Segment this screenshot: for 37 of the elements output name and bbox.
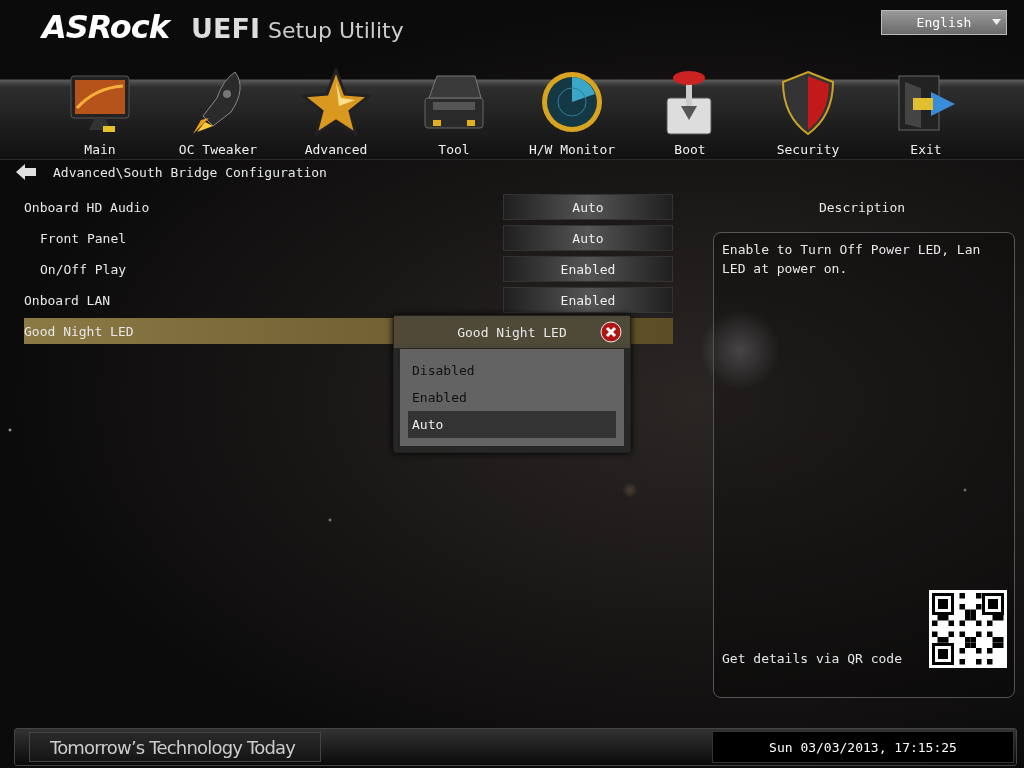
setting-label: Onboard LAN	[24, 292, 111, 308]
product-name: UEFI	[191, 13, 260, 44]
nav-tab[interactable]: Main	[41, 55, 159, 160]
brand-logo: ASRock	[42, 8, 170, 46]
popup-title: Good Night LED	[457, 324, 567, 340]
setting-row[interactable]: Onboard LAN Enabled	[24, 287, 673, 313]
nav-tab[interactable]: OC Tweaker	[159, 55, 277, 160]
setting-label: Good Night LED	[24, 323, 134, 339]
qr-caption: Get details via QR code	[722, 650, 902, 668]
nav-tab[interactable]: H/W Monitor	[513, 55, 631, 160]
language-dropdown[interactable]: English	[881, 10, 1007, 35]
description-heading: Description	[818, 199, 906, 215]
breadcrumb-path: Advanced\South Bridge Configuration	[53, 164, 327, 180]
setting-value-button[interactable]: Auto	[503, 225, 673, 251]
setting-row[interactable]: Onboard HD Audio Auto	[24, 194, 673, 220]
setting-value-button[interactable]: Auto	[503, 194, 673, 220]
date-time: Sun 03/03/2013, 17:15:25	[712, 731, 1014, 763]
setting-row[interactable]: Front Panel Auto	[24, 225, 673, 251]
description-text: Enable to Turn Off Power LED, Lan LED at power on.	[722, 241, 982, 278]
setting-label: Front Panel	[40, 230, 127, 246]
product-subtitle: Setup Utility	[267, 18, 404, 43]
nav-tab[interactable]: Advanced	[277, 55, 395, 160]
nav-tab[interactable]: Tool	[395, 55, 513, 160]
star-icon	[301, 68, 371, 136]
popup-option[interactable]: Auto	[408, 411, 616, 438]
back-arrow-icon	[16, 164, 36, 180]
slogan-text: Tomorrow’s Technology Today	[29, 732, 321, 762]
nav-tab[interactable]: Exit	[867, 55, 985, 160]
close-icon[interactable]	[600, 321, 622, 343]
nav-tab[interactable]: Security	[749, 55, 867, 160]
setting-label: On/Off Play	[40, 261, 127, 277]
nav-tab[interactable]: Boot	[631, 55, 749, 160]
setting-value-button[interactable]: Enabled	[503, 256, 673, 282]
setting-value-button[interactable]: Enabled	[503, 287, 673, 313]
setting-label: Onboard HD Audio	[24, 199, 150, 215]
caret-icon	[992, 19, 1001, 25]
setting-row[interactable]: On/Off Play Enabled	[24, 256, 673, 282]
